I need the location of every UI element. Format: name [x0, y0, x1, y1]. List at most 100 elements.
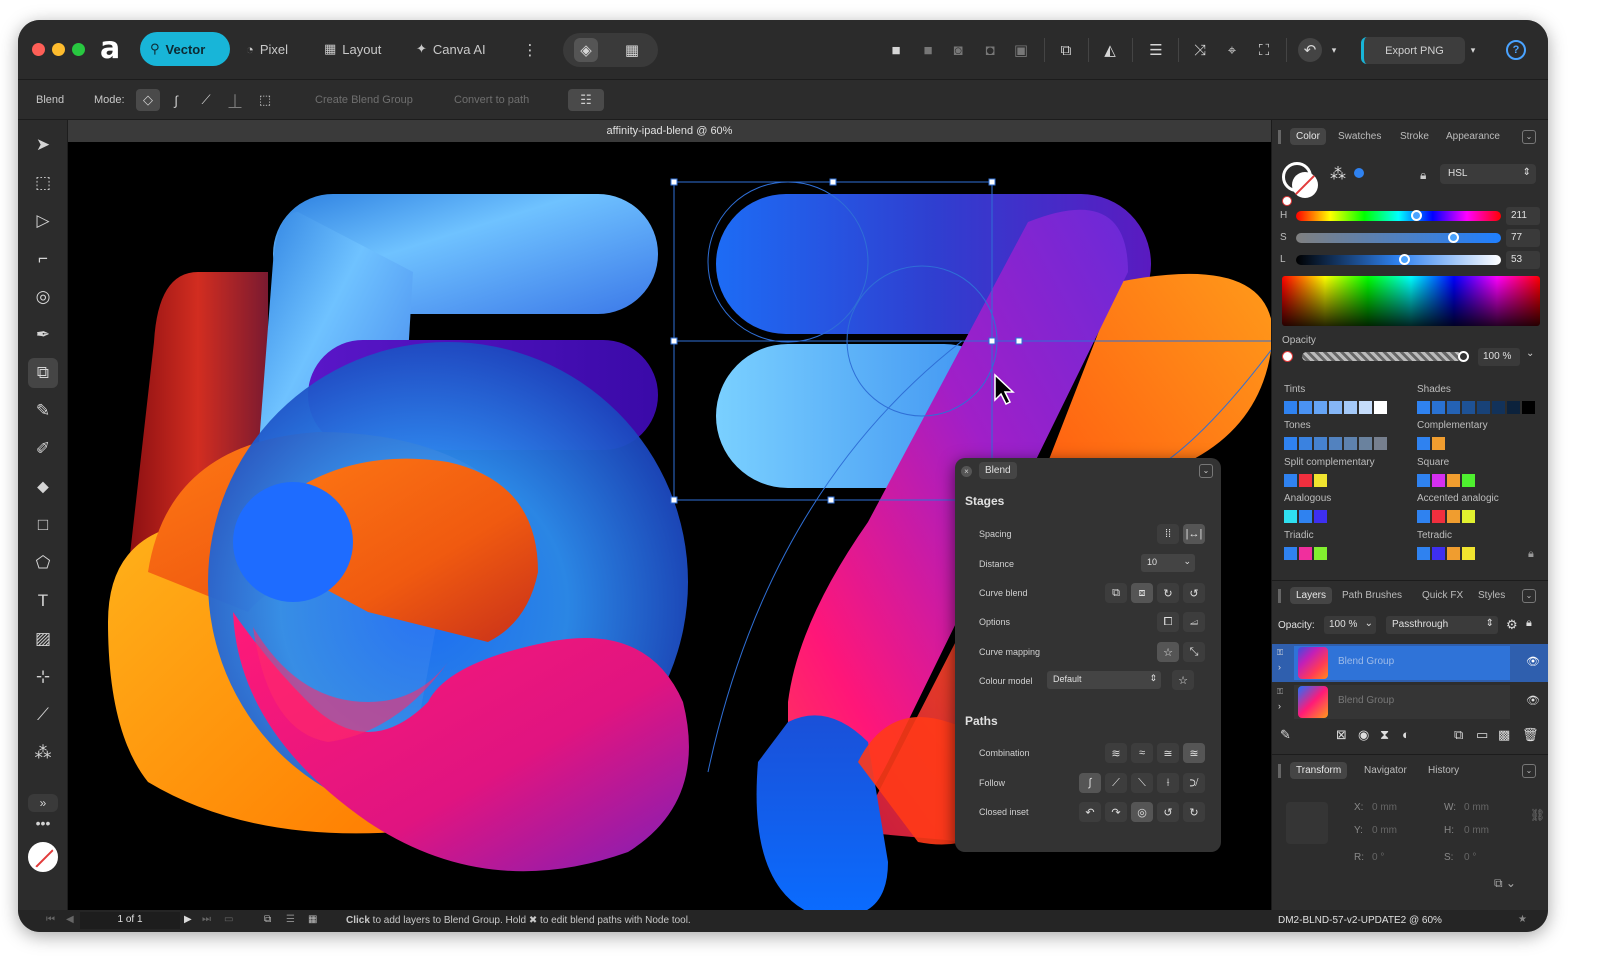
saturation-slider-knob[interactable]: [1447, 232, 1459, 243]
harmony-swatch[interactable]: [1299, 437, 1312, 450]
frame-text-tool-icon[interactable]: T: [28, 586, 58, 616]
group-layer-icon[interactable]: ▭: [1476, 727, 1488, 743]
expand-tools-icon[interactable]: »: [28, 794, 58, 812]
harmony-swatch[interactable]: [1417, 437, 1430, 450]
harmony-swatch[interactable]: [1284, 401, 1297, 414]
harmony-swatch[interactable]: [1284, 474, 1297, 487]
tab-styles[interactable]: Styles: [1472, 587, 1511, 604]
boolean-divide-icon[interactable]: ▣: [1009, 38, 1033, 62]
point-transform-tool-icon[interactable]: ◎: [28, 282, 58, 312]
closed-inset-five-icon[interactable]: ↻: [1183, 802, 1205, 822]
tab-appearance[interactable]: Appearance: [1440, 128, 1506, 145]
harmony-swatch[interactable]: [1432, 401, 1445, 414]
tab-color[interactable]: Color: [1290, 128, 1326, 145]
more-tools-icon[interactable]: •••: [28, 814, 58, 832]
move-tool-icon[interactable]: ➤: [28, 130, 58, 160]
harmony-swatch[interactable]: [1314, 547, 1327, 560]
help-icon[interactable]: ?: [1506, 40, 1526, 60]
layer-lock-small-icon[interactable]: ⚿: [1277, 687, 1283, 697]
curve-blend-rotate-icon[interactable]: ↻: [1157, 583, 1179, 603]
tab-swatches[interactable]: Swatches: [1332, 128, 1387, 145]
follow-one-icon[interactable]: ∫: [1079, 773, 1101, 793]
combination-one-icon[interactable]: ≋: [1105, 743, 1127, 763]
artboard-tool-icon[interactable]: ⬚: [28, 168, 58, 198]
curve-blend-linear-icon[interactable]: ⧉: [1105, 583, 1127, 603]
fill-stroke-swatch-icon[interactable]: [28, 842, 58, 872]
harmony-swatch[interactable]: [1432, 510, 1445, 523]
harmony-swatch[interactable]: [1284, 547, 1297, 560]
blend-panel-close-icon[interactable]: ×: [961, 466, 972, 477]
layer-visibility-icon[interactable]: 👁︎: [1526, 655, 1540, 668]
harmony-swatch[interactable]: [1462, 401, 1475, 414]
crop-icon[interactable]: ⛶: [1252, 38, 1276, 62]
color-model-select[interactable]: HSL ⇕: [1440, 164, 1536, 184]
harmony-swatch[interactable]: [1344, 437, 1357, 450]
minimize-window-button[interactable]: [52, 43, 65, 56]
mask-layer-icon[interactable]: ⊠: [1336, 727, 1347, 743]
harmony-swatch[interactable]: [1462, 510, 1475, 523]
tab-stroke[interactable]: Stroke: [1394, 128, 1435, 145]
create-blend-group-button[interactable]: Create Blend Group: [315, 94, 413, 106]
transform-options-icon[interactable]: ⧉ ⌄: [1494, 876, 1516, 891]
live-filter-icon[interactable]: ◐: [1402, 727, 1410, 742]
y-value[interactable]: 0 mm: [1372, 825, 1397, 836]
color-spectrum[interactable]: [1282, 276, 1540, 326]
curve-mapping-star-icon[interactable]: ☆: [1157, 642, 1179, 662]
harmony-swatch[interactable]: [1477, 401, 1490, 414]
panel-grip[interactable]: [1278, 764, 1281, 778]
blend-mode-curve-icon[interactable]: ∫: [164, 89, 188, 111]
export-png-button[interactable]: Export PNG: [1361, 37, 1465, 64]
eyedropper-icon[interactable]: ⁂: [1330, 164, 1346, 184]
flip-icon[interactable]: ◭: [1098, 38, 1122, 62]
harmony-swatch[interactable]: [1299, 510, 1312, 523]
harmony-swatch[interactable]: [1432, 437, 1445, 450]
saturation-slider[interactable]: [1296, 233, 1501, 243]
tab-quick-fx[interactable]: Quick FX: [1416, 587, 1469, 604]
s-value[interactable]: 0 °: [1464, 852, 1476, 863]
harmony-swatch[interactable]: [1314, 401, 1327, 414]
combination-three-icon[interactable]: ≅: [1157, 743, 1179, 763]
undo-history-icon[interactable]: ↶: [1298, 38, 1322, 62]
boolean-intersect-icon[interactable]: ◙: [946, 38, 970, 62]
layer-row[interactable]: › ⚿ Blend Group 👁︎: [1272, 683, 1548, 721]
pixel-layer-icon[interactable]: ▩: [1498, 727, 1510, 743]
curve-mapping-edit-icon[interactable]: ⤡: [1183, 642, 1205, 662]
tab-history[interactable]: History: [1422, 762, 1465, 779]
next-page-icon[interactable]: ▶: [184, 914, 192, 925]
grid-view-icon[interactable]: ▦: [620, 38, 644, 62]
blend-mode-anchor-icon[interactable]: ⏊: [223, 89, 247, 111]
blend-mode-select[interactable]: Passthrough ⇕: [1386, 616, 1498, 634]
persona-layout-button[interactable]: ▦ Layout: [314, 32, 396, 66]
harmony-swatch[interactable]: [1329, 437, 1342, 450]
prev-page-icon[interactable]: ◀: [66, 914, 74, 925]
tab-navigator[interactable]: Navigator: [1358, 762, 1413, 779]
closed-inset-one-icon[interactable]: ↶: [1079, 802, 1101, 822]
follow-two-icon[interactable]: ⟋: [1105, 773, 1127, 793]
view-single-icon[interactable]: ▭: [224, 914, 233, 925]
tab-path-brushes[interactable]: Path Brushes: [1336, 587, 1408, 604]
harmony-swatch[interactable]: [1417, 474, 1430, 487]
view-list-icon[interactable]: ☰: [286, 914, 295, 925]
align-icon[interactable]: ☰: [1144, 38, 1168, 62]
transform-panel-collapse-icon[interactable]: ⌄: [1522, 764, 1536, 778]
last-page-icon[interactable]: ⏭: [202, 914, 211, 925]
persona-pixel-button[interactable]: ◔ Pixel: [236, 32, 306, 66]
follow-five-icon[interactable]: ⟉: [1183, 773, 1205, 793]
document-tab[interactable]: affinity-ipad-blend @ 60%: [68, 120, 1271, 142]
context-settings-icon[interactable]: ☷: [568, 89, 604, 111]
harmony-swatch[interactable]: [1284, 437, 1297, 450]
closed-inset-four-icon[interactable]: ↺: [1157, 802, 1179, 822]
panel-grip[interactable]: [1278, 589, 1281, 603]
saturation-value-field[interactable]: 77: [1506, 229, 1540, 247]
harmony-swatch[interactable]: [1374, 401, 1387, 414]
shape-tool-icon[interactable]: ⬠: [28, 548, 58, 578]
hue-slider[interactable]: [1296, 211, 1501, 221]
arrange-icon[interactable]: ⧉: [1054, 38, 1078, 62]
harmony-swatch[interactable]: [1447, 547, 1460, 560]
layer-settings-icon[interactable]: ⚙: [1506, 617, 1518, 633]
hue-value-field[interactable]: 211: [1506, 207, 1540, 225]
layers-panel-collapse-icon[interactable]: ⌄: [1522, 589, 1536, 603]
affinity-logo-icon[interactable]: a: [100, 34, 130, 66]
image-tool-icon[interactable]: ▨: [28, 624, 58, 654]
h-value[interactable]: 0 mm: [1464, 825, 1489, 836]
